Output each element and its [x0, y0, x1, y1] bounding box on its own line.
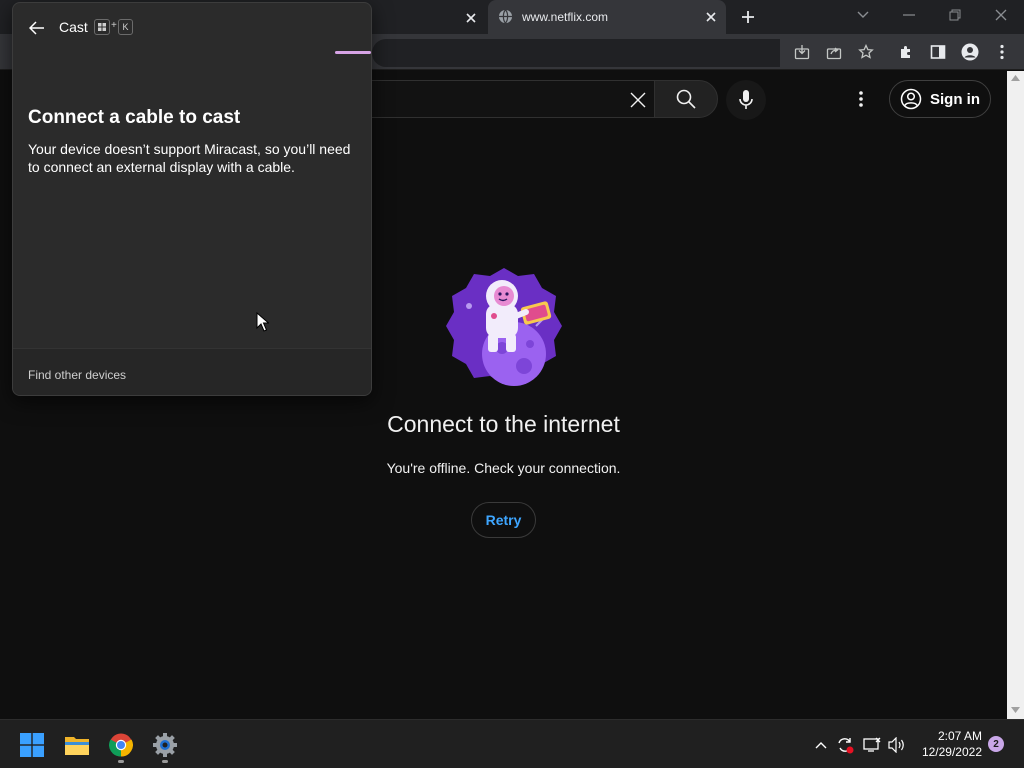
search-icon: [676, 89, 696, 109]
network-disconnected-icon[interactable]: [861, 734, 883, 756]
windows-start-icon[interactable]: [15, 728, 49, 762]
bookmark-star-icon[interactable]: [854, 40, 878, 64]
windows-key-icon: [94, 19, 110, 35]
new-tab-button[interactable]: [736, 6, 760, 28]
mouse-cursor-icon: [256, 312, 269, 332]
back-arrow-icon[interactable]: [25, 17, 49, 39]
file-explorer-icon[interactable]: [60, 728, 94, 762]
tab-netflix[interactable]: www.netflix.com: [488, 0, 726, 34]
clear-search-icon[interactable]: [624, 86, 652, 114]
volume-icon[interactable]: [886, 734, 908, 756]
cast-flyout: Cast + K Connect a cable to cast Your de…: [12, 2, 372, 396]
install-app-icon[interactable]: [790, 40, 814, 64]
scroll-up-icon[interactable]: [1011, 75, 1020, 81]
shortcut-plus: +: [111, 20, 117, 31]
tab-title: www.netflix.com: [522, 10, 609, 24]
offline-title: Connect to the internet: [387, 411, 620, 437]
search-input[interactable]: [372, 80, 654, 118]
chrome-icon[interactable]: [104, 728, 138, 762]
cast-title: Cast: [59, 19, 88, 35]
close-tab-icon[interactable]: [700, 6, 722, 28]
notification-badge[interactable]: 2: [988, 736, 1004, 752]
address-bar[interactable]: [372, 39, 780, 67]
window-close-icon[interactable]: [988, 4, 1014, 26]
sign-in-button[interactable]: Sign in: [889, 80, 991, 118]
chrome-menu-icon[interactable]: [990, 40, 1014, 64]
settings-gear-icon[interactable]: [148, 728, 182, 762]
page-scrollbar[interactable]: [1007, 71, 1024, 719]
sync-error-icon[interactable]: [834, 734, 856, 756]
offline-astronaut-illustration: [444, 266, 564, 388]
windows-taskbar: 2:07 AM 12/29/2022 2: [0, 719, 1024, 768]
cast-heading: Connect a cable to cast: [28, 107, 241, 128]
restore-icon[interactable]: [942, 4, 968, 26]
show-hidden-icons-chevron-icon[interactable]: [810, 734, 832, 756]
find-other-devices-link[interactable]: Find other devices: [28, 368, 126, 382]
offline-subtitle: You're offline. Check your connection.: [386, 460, 621, 476]
account-circle-icon: [900, 88, 922, 110]
globe-icon: [498, 9, 513, 24]
profile-icon[interactable]: [958, 40, 982, 64]
tab-search-chevron-icon[interactable]: [850, 4, 876, 26]
cast-footer: Find other devices: [13, 348, 371, 395]
retry-button[interactable]: Retry: [471, 502, 536, 538]
extensions-icon[interactable]: [894, 40, 918, 64]
side-panel-icon[interactable]: [926, 40, 950, 64]
voice-search-button[interactable]: [726, 80, 766, 120]
clock-time[interactable]: 2:07 AM: [920, 729, 982, 743]
shortcut-key: K: [118, 19, 133, 35]
chrome-running-indicator: [118, 760, 124, 763]
clock-date[interactable]: 12/29/2022: [912, 745, 982, 759]
scroll-down-icon[interactable]: [1011, 707, 1020, 713]
share-icon[interactable]: [822, 40, 846, 64]
searching-progress-bar: [335, 51, 371, 54]
more-options-icon[interactable]: [848, 85, 874, 113]
cast-message: Your device doesn’t support Miracast, so…: [28, 141, 351, 175]
microphone-icon: [739, 90, 753, 110]
settings-running-indicator: [162, 760, 168, 763]
close-tab-icon[interactable]: [460, 7, 482, 29]
sign-in-label: Sign in: [930, 90, 980, 108]
search-button[interactable]: [654, 80, 718, 118]
minimize-icon[interactable]: [896, 4, 922, 26]
